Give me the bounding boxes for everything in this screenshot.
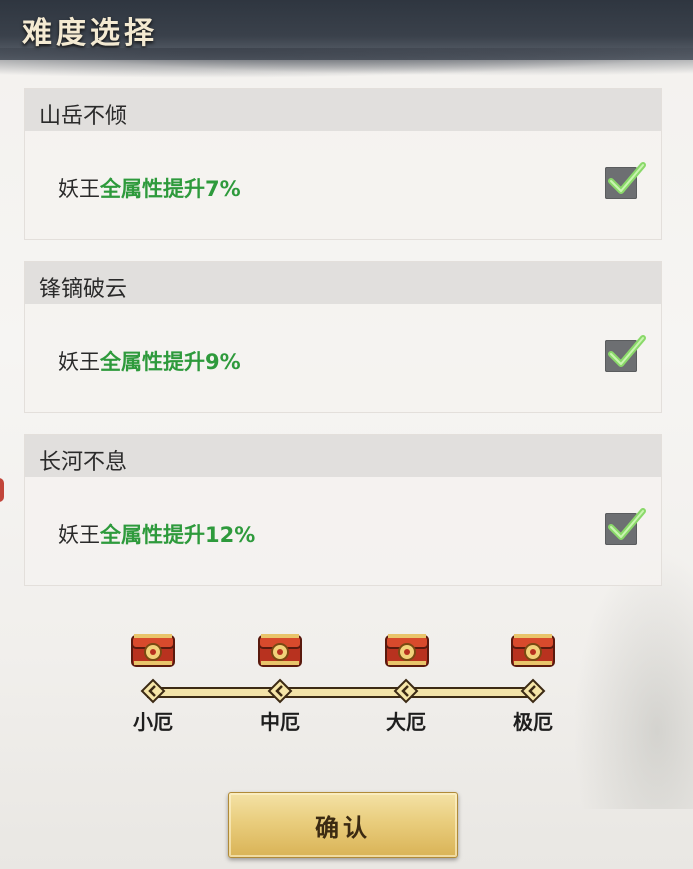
desc-prefix: 妖王 xyxy=(58,523,100,547)
mountain-decoration xyxy=(573,549,693,809)
level-label[interactable]: 极厄 xyxy=(503,706,563,735)
level-node-icon[interactable] xyxy=(140,678,166,704)
difficulty-option-1[interactable]: 山岳不倾 妖王全属性提升7% xyxy=(24,88,662,240)
option-checkbox[interactable] xyxy=(605,508,646,545)
option-header: 锋镝破云 xyxy=(25,262,661,304)
option-header: 山岳不倾 xyxy=(25,89,661,131)
chest-icon[interactable] xyxy=(130,630,176,668)
level-node-icon[interactable] xyxy=(267,678,293,704)
level-label[interactable]: 大厄 xyxy=(376,706,436,735)
panel-title: 难度选择 xyxy=(22,16,158,51)
level-label[interactable]: 中厄 xyxy=(250,706,310,735)
option-description: 妖王全属性提升7% xyxy=(58,173,241,203)
option-checkbox[interactable] xyxy=(605,162,646,199)
desc-prefix: 妖王 xyxy=(58,350,100,374)
confirm-button[interactable]: 确认 xyxy=(228,792,458,858)
chest-icon[interactable] xyxy=(257,630,303,668)
chest-icon[interactable] xyxy=(384,630,430,668)
option-header: 长河不息 xyxy=(25,435,661,477)
option-body: 妖王全属性提升7% xyxy=(25,131,661,239)
level-label[interactable]: 小厄 xyxy=(123,706,183,735)
panel-header: 难度选择 xyxy=(0,0,693,78)
difficulty-track xyxy=(147,687,533,698)
option-body: 妖王全属性提升9% xyxy=(25,304,661,412)
option-name: 长河不息 xyxy=(39,450,128,475)
difficulty-panel: 难度选择 山岳不倾 妖王全属性提升7% 锋镝破云 妖王全属性提升9% 长河不息 … xyxy=(0,0,693,869)
confirm-label: 确认 xyxy=(315,813,371,842)
desc-effect: 全属性提升7% xyxy=(100,177,241,201)
difficulty-option-3[interactable]: 长河不息 妖王全属性提升12% xyxy=(24,434,662,586)
level-node-icon[interactable] xyxy=(520,678,546,704)
option-body: 妖王全属性提升12% xyxy=(25,477,661,585)
option-name: 锋镝破云 xyxy=(39,277,128,302)
difficulty-option-2[interactable]: 锋镝破云 妖王全属性提升9% xyxy=(24,261,662,413)
option-checkbox[interactable] xyxy=(605,335,646,372)
option-description: 妖王全属性提升12% xyxy=(58,519,255,549)
desc-prefix: 妖王 xyxy=(58,177,100,201)
desc-effect: 全属性提升9% xyxy=(100,350,241,374)
side-marker xyxy=(0,478,4,502)
level-node-icon[interactable] xyxy=(393,678,419,704)
checkmark-icon xyxy=(608,162,646,194)
checkmark-icon xyxy=(608,508,646,540)
option-name: 山岳不倾 xyxy=(39,104,128,129)
chest-icon[interactable] xyxy=(510,630,556,668)
option-description: 妖王全属性提升9% xyxy=(58,346,241,376)
desc-effect: 全属性提升12% xyxy=(100,523,256,547)
checkmark-icon xyxy=(608,335,646,367)
